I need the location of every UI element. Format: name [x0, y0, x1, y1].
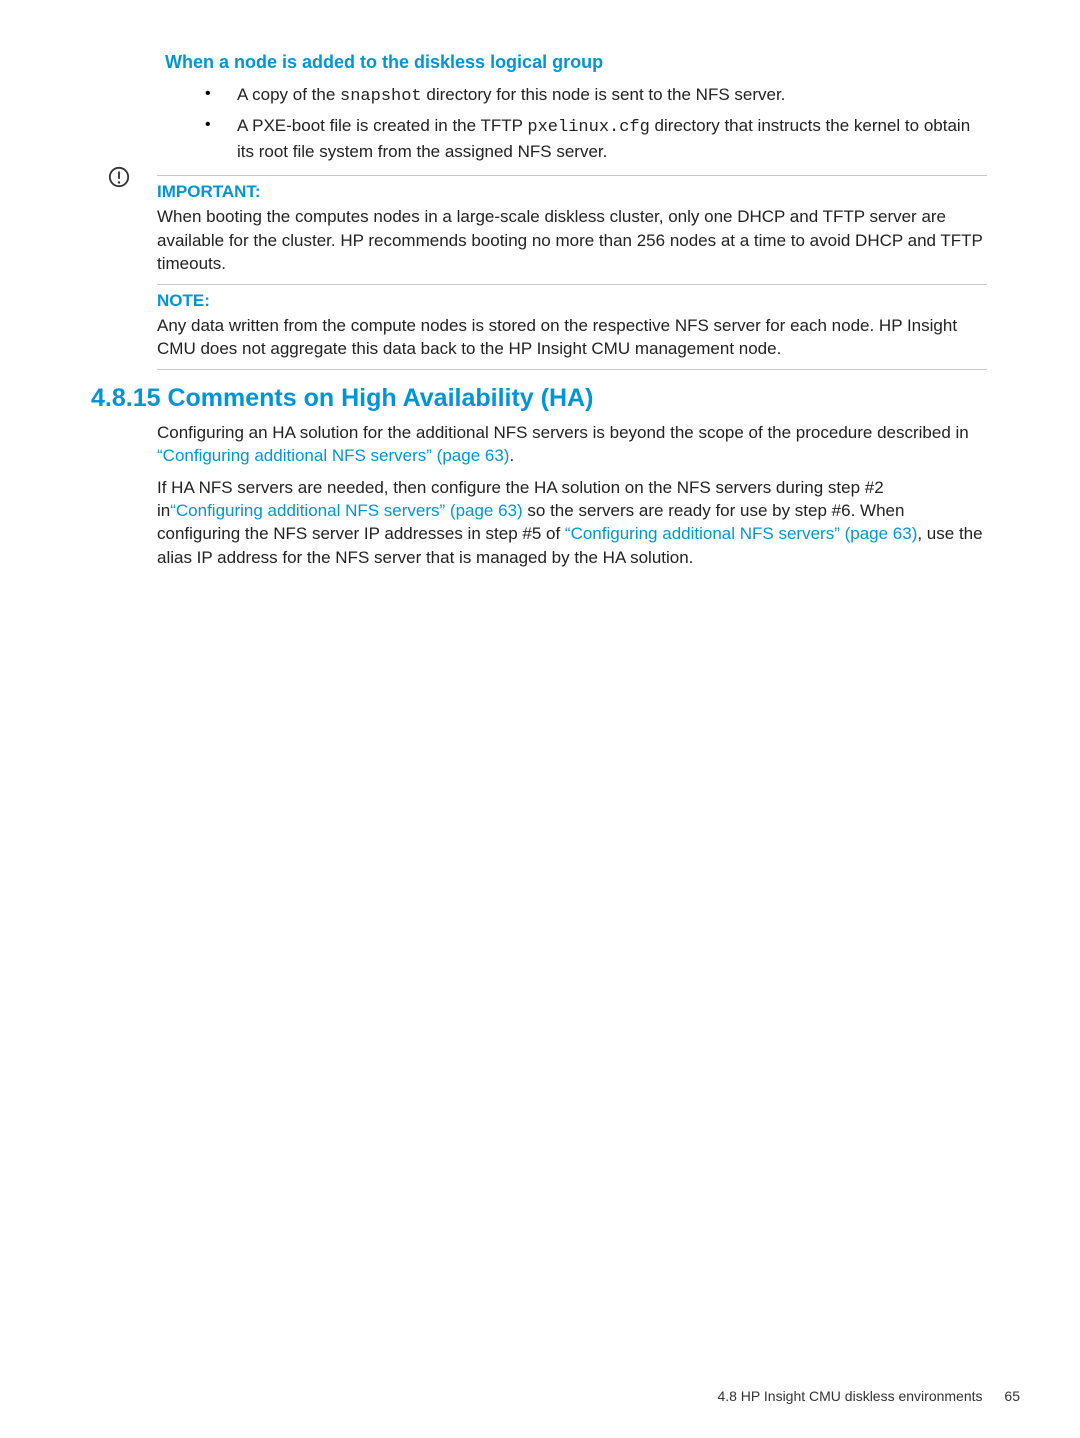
bullet-list: A copy of the snapshot directory for thi…: [187, 83, 987, 163]
list-item: A copy of the snapshot directory for thi…: [187, 83, 987, 108]
list-item: A PXE-boot file is created in the TFTP p…: [187, 114, 987, 163]
code-span: snapshot: [340, 87, 422, 106]
list-text: A copy of the: [237, 85, 340, 104]
cross-ref-link[interactable]: “Configuring additional NFS servers” (pa…: [565, 524, 917, 543]
page-footer: 4.8 HP Insight CMU diskless environments…: [717, 1388, 1020, 1404]
text-span: .: [509, 446, 514, 465]
note-label: NOTE:: [157, 291, 987, 311]
list-text: A PXE-boot file is created in the TFTP: [237, 116, 527, 135]
divider: [157, 175, 987, 176]
divider: [157, 284, 987, 285]
important-label: IMPORTANT:: [157, 182, 987, 202]
section-heading: 4.8.15 Comments on High Availability (HA…: [91, 384, 987, 413]
code-span: pxelinux.cfg: [527, 118, 649, 137]
important-icon: [108, 166, 130, 193]
text-span: Configuring an HA solution for the addit…: [157, 423, 969, 442]
sub-heading: When a node is added to the diskless log…: [165, 52, 987, 73]
paragraph: If HA NFS servers are needed, then confi…: [157, 476, 987, 570]
list-text: directory for this node is sent to the N…: [422, 85, 786, 104]
divider: [157, 369, 987, 370]
paragraph: Configuring an HA solution for the addit…: [157, 421, 987, 468]
cross-ref-link[interactable]: “Configuring additional NFS servers” (pa…: [157, 446, 509, 465]
footer-page-number: 65: [1004, 1388, 1020, 1404]
cross-ref-link[interactable]: “Configuring additional NFS servers” (pa…: [170, 501, 522, 520]
important-body: When booting the computes nodes in a lar…: [157, 205, 987, 275]
note-body: Any data written from the compute nodes …: [157, 314, 987, 361]
footer-section: 4.8 HP Insight CMU diskless environments: [717, 1388, 982, 1404]
